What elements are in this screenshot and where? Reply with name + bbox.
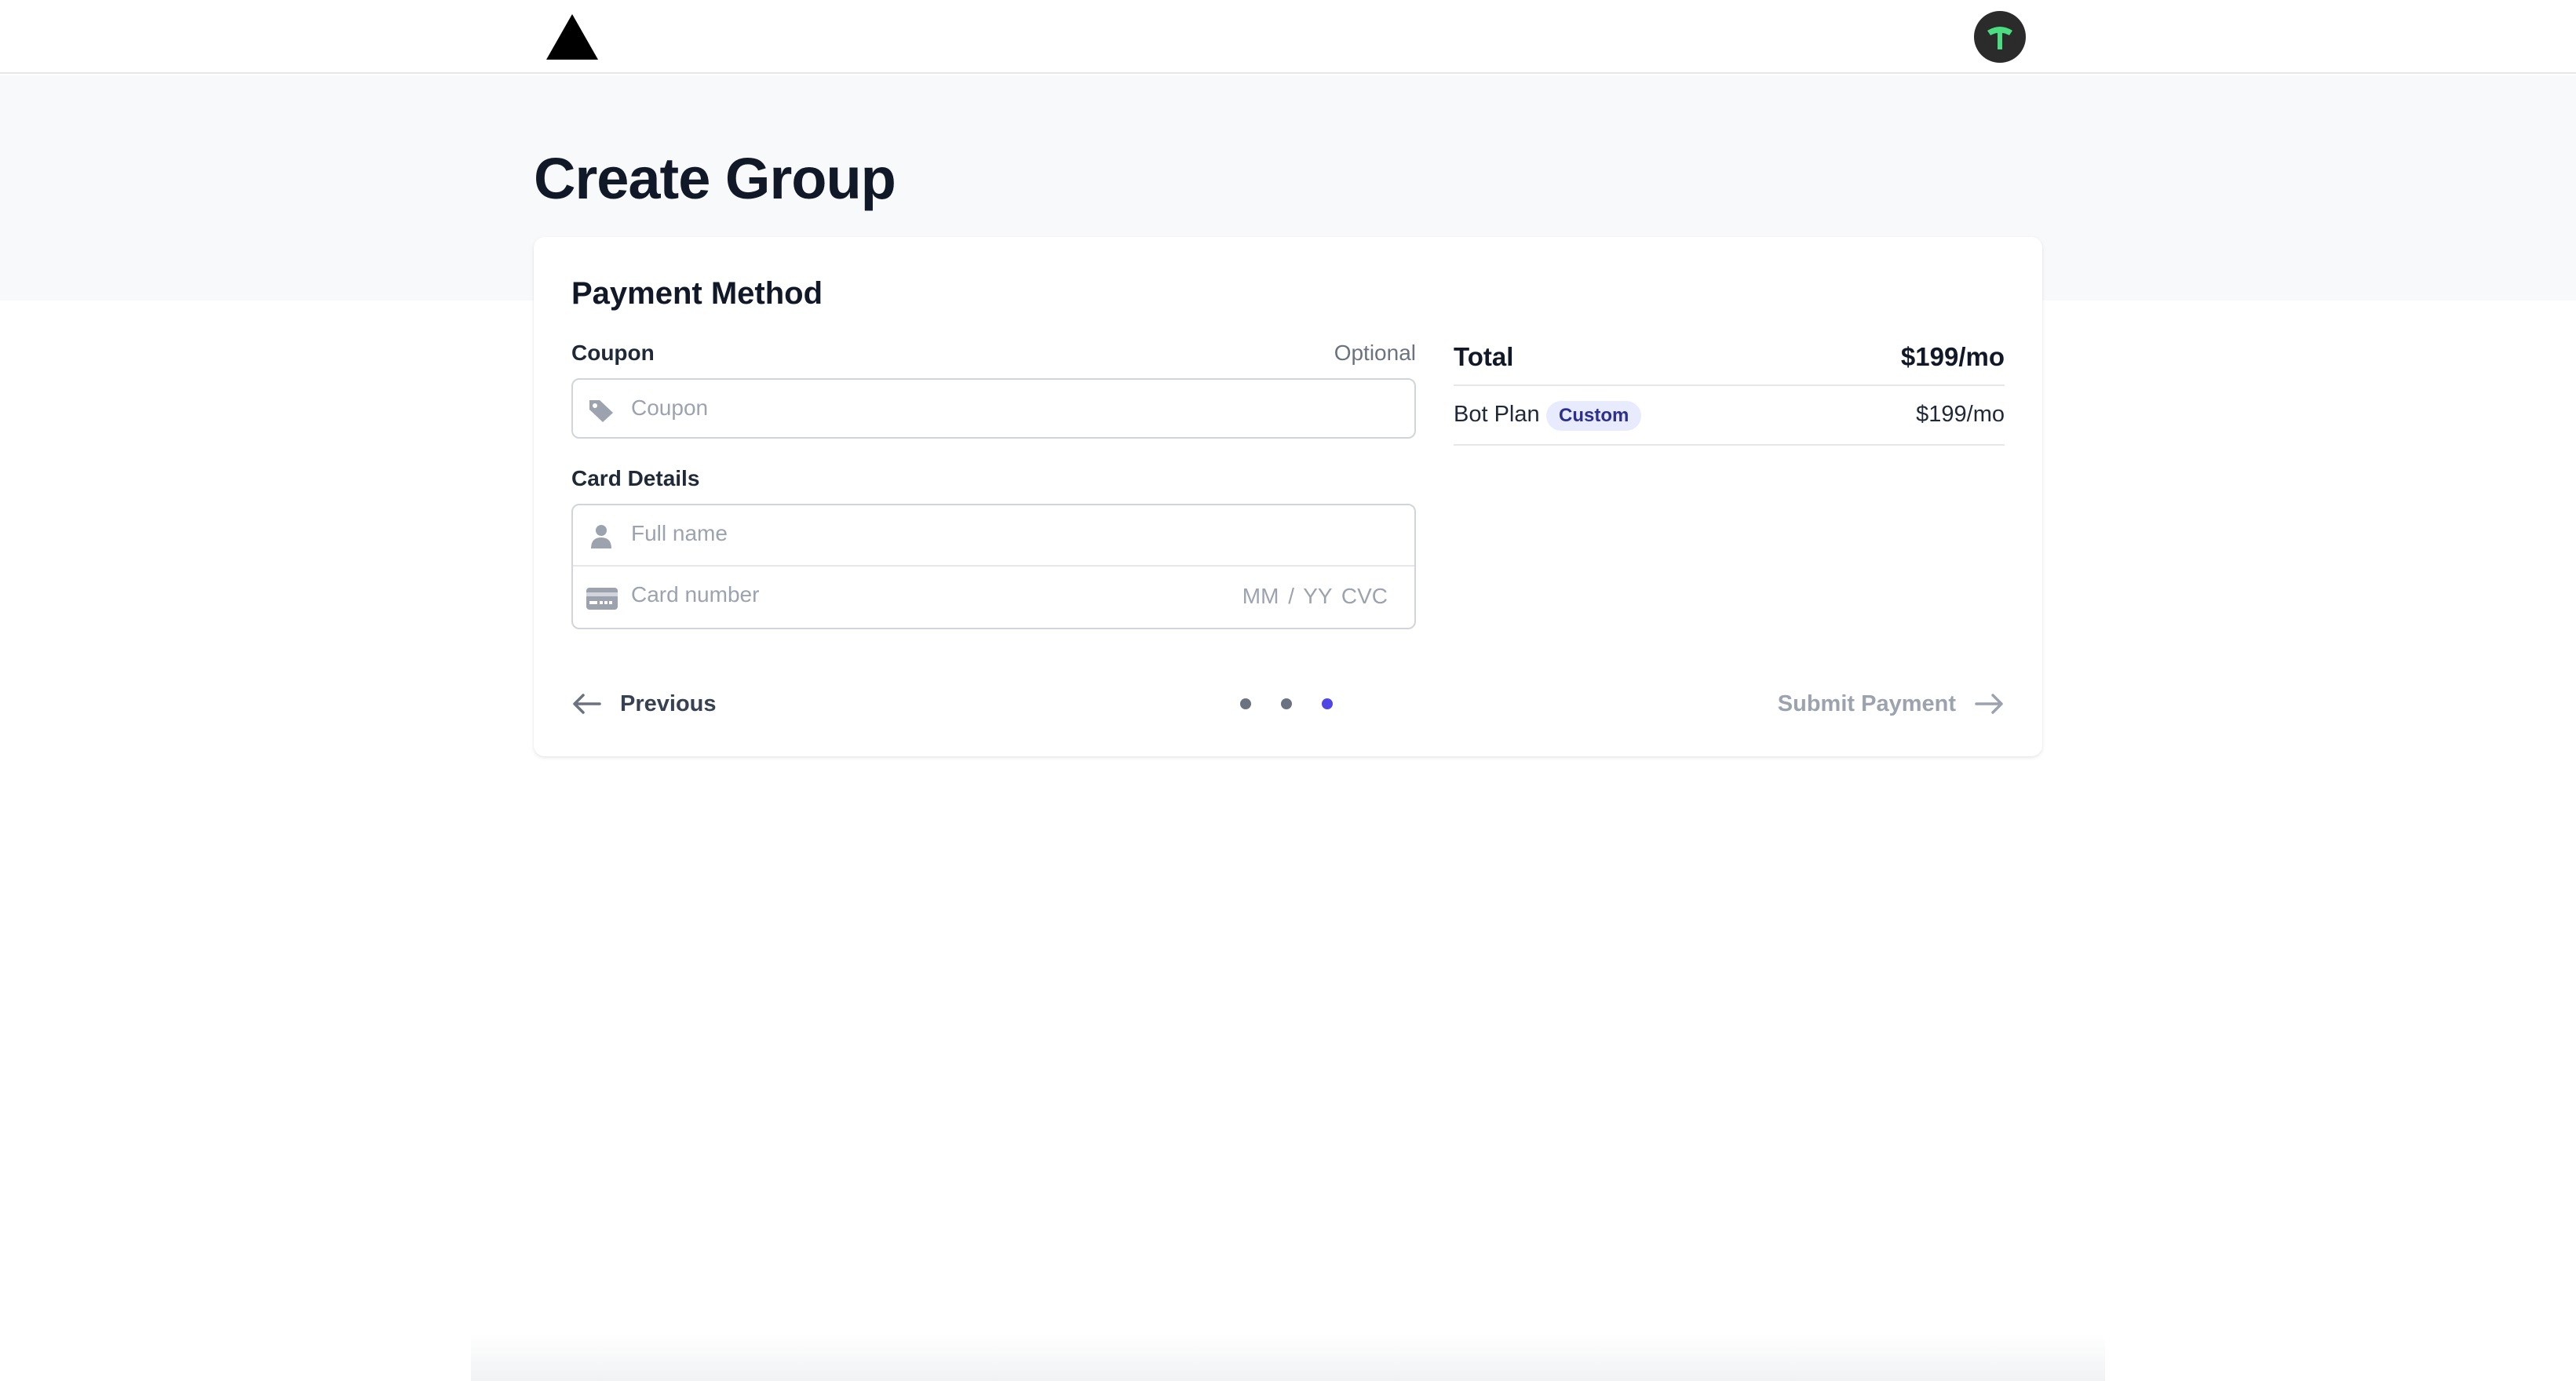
submit-payment-label: Submit Payment <box>1777 690 1956 716</box>
card-details-label: Card Details <box>571 466 700 490</box>
previous-button[interactable]: Previous <box>571 680 717 728</box>
previous-label: Previous <box>620 690 717 716</box>
triangle-logo-icon[interactable] <box>546 14 598 60</box>
submit-payment-button[interactable]: Submit Payment <box>1778 680 2005 728</box>
coupon-placeholder: Coupon <box>631 395 709 420</box>
full-name-placeholder: Full name <box>631 521 728 545</box>
line-item-row: Bot Plan Custom $199/mo <box>1454 386 2005 446</box>
step-dot-2[interactable] <box>1281 698 1292 709</box>
coupon-optional-hint: Optional <box>1334 341 1416 365</box>
card-details-group: Full name Card number MM / YY CVC <box>571 504 1416 629</box>
coupon-input[interactable]: Coupon <box>571 378 1416 439</box>
card-number-field[interactable]: Card number MM / YY CVC <box>573 567 1414 628</box>
arrow-right-icon <box>1975 694 2003 714</box>
page-title: Create Group <box>534 146 896 211</box>
plan-badge: Custom <box>1546 401 1642 431</box>
total-label: Total <box>1454 342 1514 371</box>
payment-method-title: Payment Method <box>571 276 823 311</box>
card-number-placeholder: Card number <box>631 582 760 607</box>
credit-card-icon <box>586 588 618 610</box>
total-value: $199/mo <box>1900 342 2005 371</box>
bottom-edge-shadow <box>471 1334 2105 1381</box>
total-row: Total $199/mo <box>1454 337 2005 386</box>
payment-card: Payment Method Coupon Optional Coupon Ca… <box>534 237 2042 756</box>
arrow-left-icon <box>573 694 601 714</box>
expiry-cvc-placeholder[interactable]: MM / YY CVC <box>1242 584 1388 609</box>
t-letter-avatar-icon <box>1984 21 2016 53</box>
line-item-name: Bot Plan <box>1454 402 1540 427</box>
user-avatar[interactable] <box>1974 11 2026 63</box>
step-dot-1[interactable] <box>1240 698 1251 709</box>
top-navbar <box>0 0 2576 74</box>
wizard-footer: Previous Submit Payment <box>571 680 2005 728</box>
user-icon <box>591 525 611 548</box>
coupon-label: Coupon <box>571 341 655 365</box>
tag-icon <box>589 400 613 422</box>
full-name-field[interactable]: Full name <box>573 505 1414 567</box>
line-item-price: $199/mo <box>1916 402 2005 427</box>
step-dot-3[interactable] <box>1322 698 1333 709</box>
